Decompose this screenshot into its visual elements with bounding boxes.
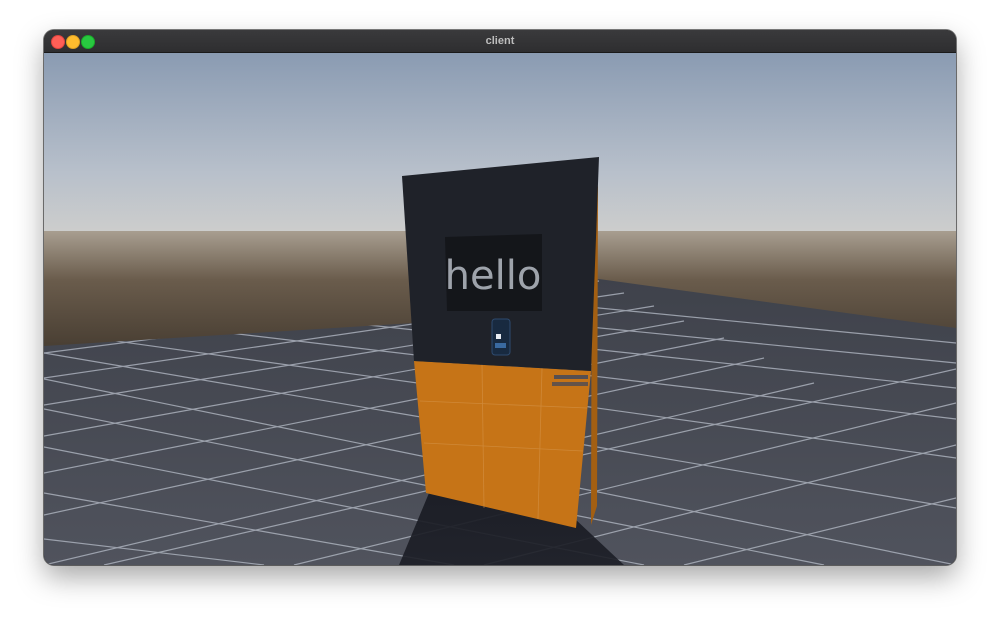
title-bar[interactable]: client — [44, 30, 956, 53]
scene-canvas[interactable]: hello — [44, 53, 956, 565]
window-title: client — [485, 35, 515, 47]
hello-text: hello — [445, 253, 542, 299]
device-icon[interactable] — [491, 318, 511, 356]
3d-viewport[interactable]: hello — [44, 53, 956, 565]
hello-screen: hello — [445, 234, 542, 311]
app-window: client hello — [44, 30, 956, 565]
